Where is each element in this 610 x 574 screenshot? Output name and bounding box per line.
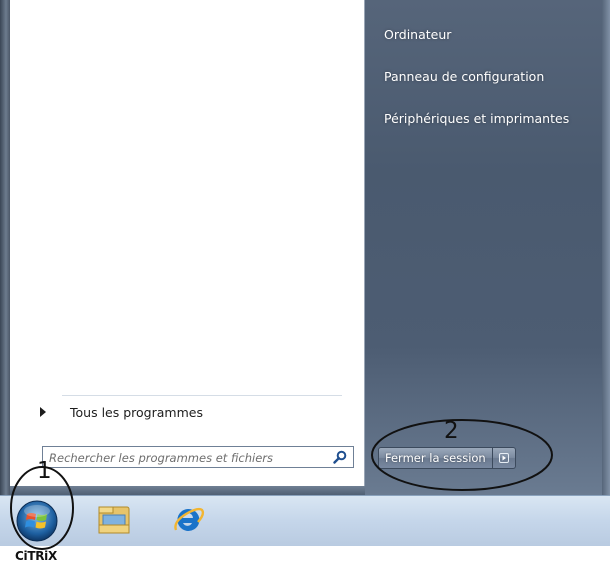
start-menu-programs-pane: Tous les programmes	[10, 0, 365, 486]
separator	[62, 395, 342, 396]
search-box[interactable]	[42, 446, 354, 468]
all-programs-label: Tous les programmes	[70, 404, 203, 420]
triangle-right-icon	[40, 407, 46, 417]
all-programs-button[interactable]: Tous les programmes	[40, 403, 203, 421]
start-menu-bottom-strip	[10, 486, 365, 495]
annotation-number-2: 2	[444, 418, 459, 444]
windows-start-orb-icon[interactable]	[15, 499, 59, 543]
citrix-logo: CiTRiX	[15, 549, 57, 563]
search-icon[interactable]	[333, 450, 347, 464]
start-menu-right-border	[602, 0, 610, 495]
logoff-button[interactable]: Fermer la session	[378, 447, 493, 469]
session-controls: Fermer la session	[378, 447, 516, 469]
places-item-control-panel[interactable]: Panneau de configuration	[384, 69, 544, 84]
start-menu-left-border	[0, 0, 10, 495]
places-item-computer[interactable]: Ordinateur	[384, 27, 451, 42]
annotation-number-1: 1	[37, 458, 52, 484]
search-input[interactable]	[47, 449, 321, 467]
windows-explorer-icon[interactable]	[95, 503, 133, 537]
internet-explorer-icon[interactable]	[170, 502, 206, 538]
places-item-devices-printers[interactable]: Périphériques et imprimantes	[384, 111, 569, 126]
chevron-right-icon	[498, 453, 509, 463]
start-menu-places-pane: Ordinateur Panneau de configuration Péri…	[365, 0, 602, 495]
taskbar	[0, 495, 610, 546]
shutdown-options-button[interactable]	[492, 447, 516, 469]
